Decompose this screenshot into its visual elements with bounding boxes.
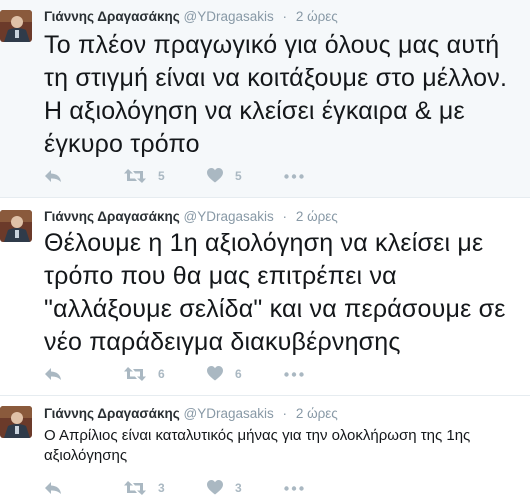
author-name[interactable]: Γιάννης Δραγασάκης bbox=[44, 406, 180, 421]
author-handle[interactable]: @YDragasakis bbox=[184, 406, 274, 421]
retweet-icon bbox=[124, 481, 146, 495]
author-name[interactable]: Γιάννης Δραγασάκης bbox=[44, 209, 180, 224]
avatar[interactable] bbox=[0, 10, 32, 42]
heart-icon bbox=[207, 480, 223, 495]
tweet[interactable]: Γιάννης Δραγασάκης @YDragasakis · 2 ώρες… bbox=[0, 396, 530, 495]
reply-icon bbox=[45, 368, 61, 380]
tweet-text: Το πλέον πραγωγικό για όλους μας αυτή τη… bbox=[44, 31, 508, 158]
timestamp[interactable]: 2 ώρες bbox=[296, 9, 338, 24]
separator: · bbox=[282, 406, 288, 421]
tweet-text: Θέλουμε η 1η αξιολόγηση να κλείσει με τρ… bbox=[44, 229, 506, 356]
tweet-header: Γιάννης Δραγασάκης @YDragasakis · 2 ώρες bbox=[44, 406, 338, 421]
retweet-icon bbox=[124, 169, 146, 183]
reply-icon bbox=[45, 170, 61, 182]
timestamp[interactable]: 2 ώρες bbox=[296, 209, 338, 224]
reply-icon bbox=[45, 482, 61, 494]
retweet-count: 3 bbox=[158, 481, 165, 495]
like-button[interactable]: 5 bbox=[207, 168, 242, 183]
avatar[interactable] bbox=[0, 210, 32, 242]
tweet[interactable]: Γιάννης Δραγασάκης @YDragasakis · 2 ώρες… bbox=[0, 0, 530, 198]
like-count: 3 bbox=[235, 480, 242, 495]
more-icon bbox=[284, 174, 304, 179]
like-button[interactable]: 3 bbox=[207, 480, 242, 495]
retweet-icon bbox=[124, 367, 146, 381]
reply-button[interactable] bbox=[44, 480, 62, 496]
author-handle[interactable]: @YDragasakis bbox=[184, 209, 274, 224]
avatar[interactable] bbox=[0, 406, 32, 438]
reply-button[interactable] bbox=[44, 366, 62, 382]
retweet-count: 5 bbox=[158, 169, 165, 183]
more-button[interactable] bbox=[284, 486, 304, 491]
separator: · bbox=[282, 209, 288, 224]
reply-button[interactable] bbox=[44, 168, 62, 184]
more-icon bbox=[284, 486, 304, 491]
retweet-count: 6 bbox=[158, 367, 165, 381]
like-count: 6 bbox=[235, 366, 242, 381]
tweet[interactable]: Γιάννης Δραγασάκης @YDragasakis · 2 ώρες… bbox=[0, 198, 530, 396]
tweet-text: Ο Απρίλιος είναι καταλυτικός μήνας για τ… bbox=[44, 427, 471, 464]
like-button[interactable]: 6 bbox=[207, 366, 242, 381]
author-name[interactable]: Γιάννης Δραγασάκης bbox=[44, 9, 180, 24]
tweet-header: Γιάννης Δραγασάκης @YDragasakis · 2 ώρες bbox=[44, 209, 338, 224]
more-button[interactable] bbox=[284, 372, 304, 377]
retweet-button[interactable]: 5 bbox=[124, 168, 165, 184]
more-button[interactable] bbox=[284, 174, 304, 179]
more-icon bbox=[284, 372, 304, 377]
retweet-button[interactable]: 6 bbox=[124, 366, 165, 382]
retweet-button[interactable]: 3 bbox=[124, 480, 165, 496]
like-count: 5 bbox=[235, 168, 242, 183]
timestamp[interactable]: 2 ώρες bbox=[296, 406, 338, 421]
tweet-header: Γιάννης Δραγασάκης @YDragasakis · 2 ώρες bbox=[44, 9, 338, 24]
separator: · bbox=[282, 9, 288, 24]
heart-icon bbox=[207, 168, 223, 183]
heart-icon bbox=[207, 366, 223, 381]
author-handle[interactable]: @YDragasakis bbox=[184, 9, 274, 24]
